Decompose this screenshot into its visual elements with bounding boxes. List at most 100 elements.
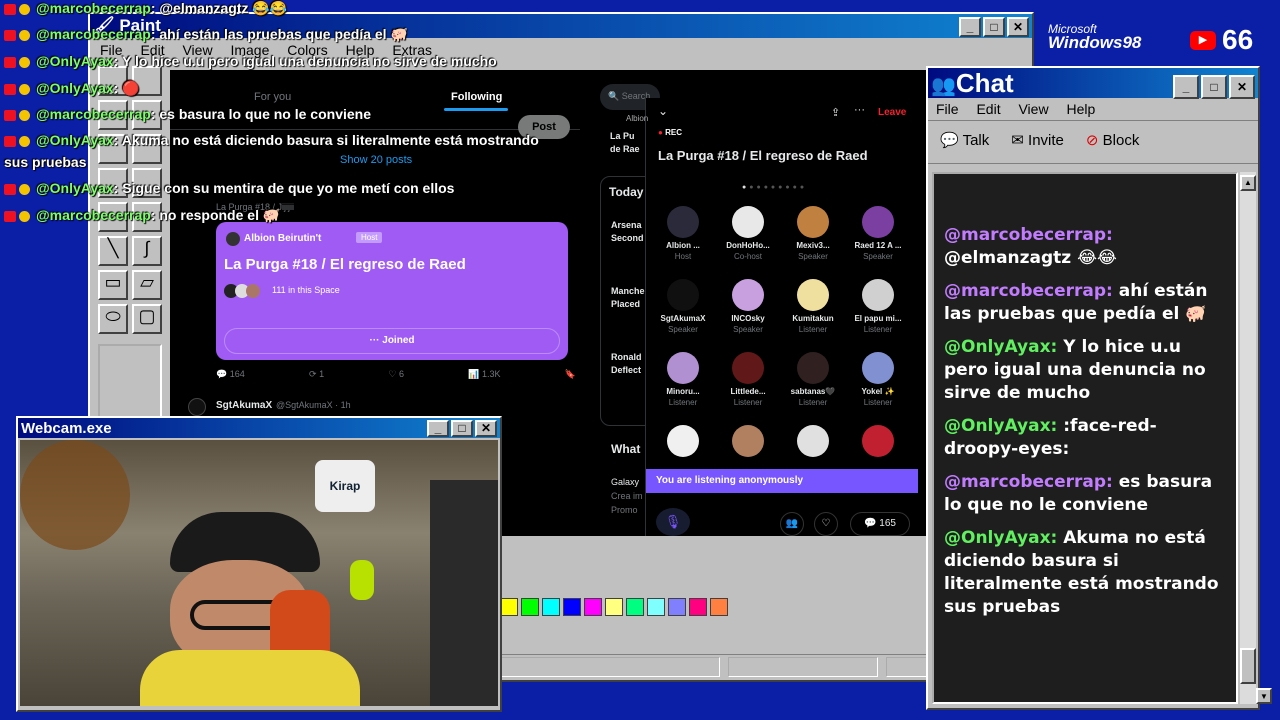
participant-avatar <box>732 206 764 238</box>
palette-swatch[interactable] <box>500 598 518 616</box>
webcam-titlebar[interactable]: Webcam.exe _ □ ✕ <box>18 418 500 438</box>
chat-menu-view[interactable]: View <box>1018 101 1048 117</box>
participant[interactable] <box>846 425 910 462</box>
close-icon[interactable]: ✕ <box>1229 75 1255 99</box>
chat-menu-help[interactable]: Help <box>1066 101 1095 117</box>
chat-username[interactable]: @OnlyAyax: <box>944 337 1057 357</box>
tool-curve-icon[interactable]: ∫ <box>132 236 162 266</box>
participant[interactable]: sabtanas🖤 Listener <box>781 352 845 407</box>
collapse-icon[interactable]: ⌄ <box>658 104 668 118</box>
comments-button[interactable]: 💬 165 <box>850 512 910 536</box>
reaction-icon[interactable]: ♡ <box>814 512 838 536</box>
close-icon[interactable]: ✕ <box>1007 16 1029 37</box>
host-badge: Host <box>356 232 383 243</box>
palette-swatch[interactable] <box>689 598 707 616</box>
palette-swatch[interactable] <box>626 598 644 616</box>
maximize-icon[interactable]: □ <box>983 16 1005 37</box>
palette-swatch[interactable] <box>563 598 581 616</box>
show-posts-link[interactable]: Show 20 posts <box>340 154 412 166</box>
chat-username[interactable]: @OnlyAyax: <box>944 528 1057 548</box>
youtube-icon: ▶ <box>1190 31 1216 50</box>
joined-button[interactable]: ··· Joined <box>224 328 560 354</box>
participant[interactable]: SgtAkumaX Speaker <box>651 279 715 334</box>
participant[interactable]: INCOsky Speaker <box>716 279 780 334</box>
participant[interactable]: Raed 12 A ... Speaker <box>846 206 910 261</box>
retweet-count[interactable]: ⟳ 1 <box>309 369 324 380</box>
galaxy-ad: Galaxy Crea im Promo <box>611 477 643 515</box>
participant[interactable] <box>651 425 715 462</box>
minimize-icon[interactable]: _ <box>427 419 449 437</box>
overlay-username: @marcobecerrap <box>36 106 151 122</box>
palette-swatch[interactable] <box>542 598 560 616</box>
chat-titlebar[interactable]: 👥Chat _ □ ✕ <box>928 68 1258 99</box>
tool-polygon-icon[interactable]: ▱ <box>132 270 162 300</box>
participant-name: Littlede... <box>730 387 766 396</box>
tool-ellipse-icon[interactable]: ⬭ <box>98 304 128 334</box>
palette-swatch[interactable] <box>668 598 686 616</box>
invite-button[interactable]: ✉ Invite <box>1011 131 1064 153</box>
participant-role: Speaker <box>798 252 828 261</box>
participant[interactable] <box>716 425 780 462</box>
overlay-username: @OnlyAyax <box>36 180 114 196</box>
participant[interactable]: Albion ... Host <box>651 206 715 261</box>
view-count[interactable]: 📊 1.3K <box>468 369 500 380</box>
participant[interactable]: Mexiv3... Speaker <box>781 206 845 261</box>
chat-scrollbar[interactable]: ▲ ▼ <box>1240 172 1272 704</box>
palette-swatch[interactable] <box>605 598 623 616</box>
participant[interactable]: Littlede... Listener <box>716 352 780 407</box>
tool-line-icon[interactable]: ╲ <box>98 236 128 266</box>
reply-count[interactable]: 💬 164 <box>216 369 245 380</box>
overlay-message: @marcobecerrap: ahí están las pruebas qu… <box>4 26 408 43</box>
participant[interactable]: Minoru... Listener <box>651 352 715 407</box>
minimize-icon[interactable]: _ <box>1173 75 1199 99</box>
tab-for-you[interactable]: For you <box>254 91 291 103</box>
chat-menu-edit[interactable]: Edit <box>976 101 1000 117</box>
participant[interactable]: El papu mi... Listener <box>846 279 910 334</box>
overlay-text: : @elmanzagtz 😂😂 <box>150 0 288 16</box>
participant-role: Listener <box>733 398 763 407</box>
chat-username[interactable]: @marcobecerrap: <box>944 225 1113 245</box>
talk-button[interactable]: 💬 Talk <box>940 131 989 153</box>
palette-swatch[interactable] <box>521 598 539 616</box>
scroll-thumb[interactable] <box>1240 648 1256 684</box>
bookmark-icon[interactable]: 🔖 <box>565 369 576 380</box>
participant[interactable]: Kumitakun Listener <box>781 279 845 334</box>
participant[interactable]: Yokel ✨ Listener <box>846 352 910 407</box>
chat-menubar: File Edit View Help <box>928 98 1258 120</box>
close-icon[interactable]: ✕ <box>475 419 497 437</box>
mic-icon[interactable]: 🎙 <box>656 508 690 536</box>
chat-message: @OnlyAyax: Y lo hice u.u pero igual una … <box>944 336 1226 405</box>
chat-username[interactable]: @OnlyAyax: <box>944 416 1057 436</box>
youtube-badge-icon <box>4 183 16 195</box>
more-icon[interactable]: ··· <box>854 104 865 116</box>
maximize-icon[interactable]: □ <box>1201 75 1227 99</box>
palette-swatch[interactable] <box>647 598 665 616</box>
participant-role: Speaker <box>863 252 893 261</box>
minimize-icon[interactable]: _ <box>959 16 981 37</box>
participant-avatar <box>732 425 764 457</box>
participant[interactable]: DonHoHo... Co-host <box>716 206 780 261</box>
listener-avatars <box>224 284 268 298</box>
tool-rounded-rect-icon[interactable]: ▢ <box>132 304 162 334</box>
tab-following[interactable]: Following <box>451 91 502 103</box>
tool-options[interactable] <box>98 344 162 424</box>
scroll-up-icon[interactable]: ▲ <box>1240 174 1256 191</box>
scroll-down-icon[interactable]: ▼ <box>1256 688 1272 704</box>
share-icon[interactable]: ⇪ <box>831 106 840 119</box>
like-count[interactable]: ♡ 6 <box>388 369 404 380</box>
participant[interactable] <box>781 425 845 462</box>
people-icon[interactable]: 👥 <box>780 512 804 536</box>
chat-username[interactable]: @marcobecerrap: <box>944 472 1113 492</box>
block-button[interactable]: ⊘ Block <box>1086 131 1139 153</box>
chat-username[interactable]: @marcobecerrap: <box>944 281 1113 301</box>
palette-swatch[interactable] <box>710 598 728 616</box>
overlay-text: : es basura lo que no le conviene <box>150 106 371 122</box>
participant-role: Co-host <box>733 252 762 261</box>
maximize-icon[interactable]: □ <box>451 419 473 437</box>
palette-swatch[interactable] <box>584 598 602 616</box>
leave-button[interactable]: Leave <box>878 107 906 118</box>
space-card[interactable]: Albion Beirutin't Host La Purga #18 / El… <box>216 222 568 360</box>
chat-menu-file[interactable]: File <box>936 101 959 117</box>
tool-rectangle-icon[interactable]: ▭ <box>98 270 128 300</box>
overlay-text: : Y lo hice u.u pero igual una denuncia … <box>113 53 497 69</box>
